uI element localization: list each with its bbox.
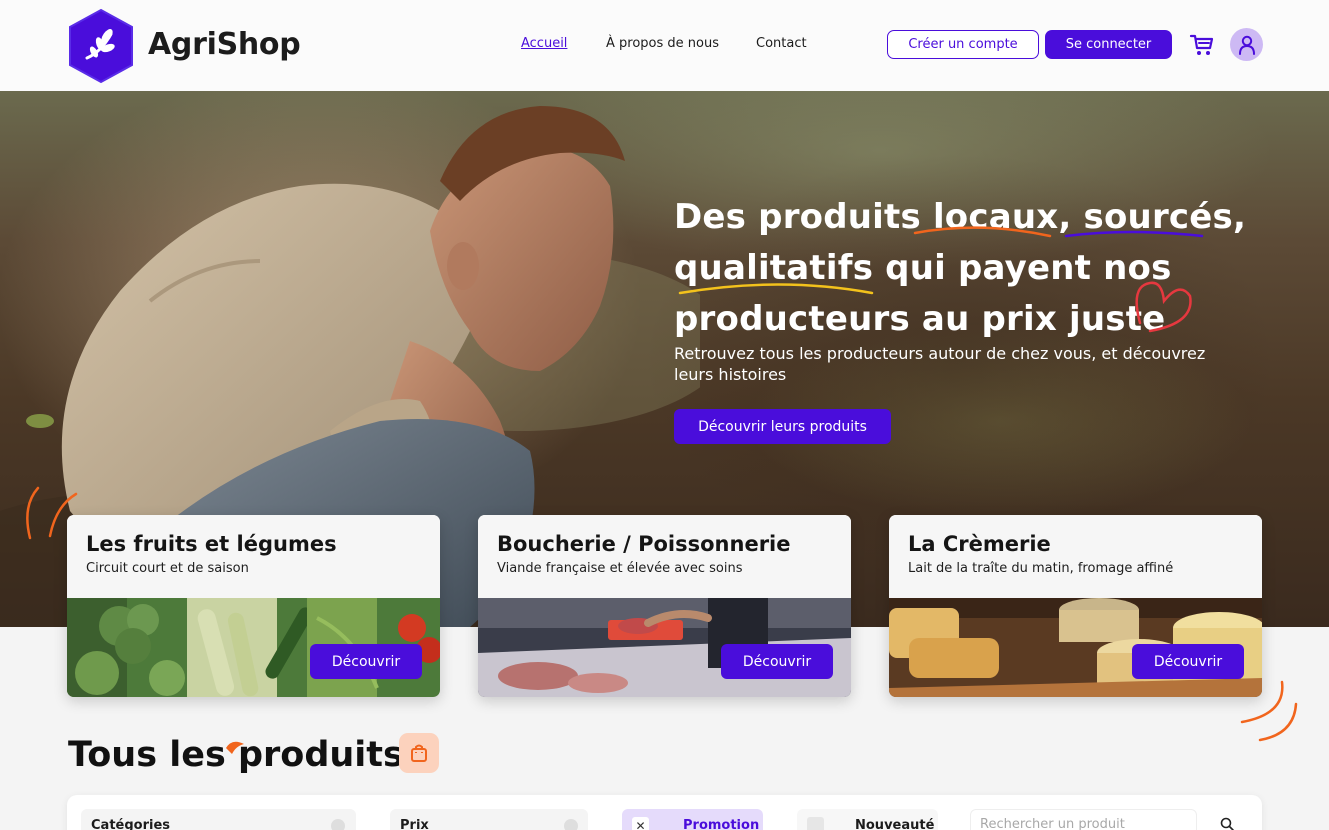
shopping-bag-badge [399,733,439,773]
new-filter[interactable]: Nouveauté [797,809,938,830]
categories-select[interactable]: Catégories [81,809,356,830]
hero-title-line-2: qualitatifs qui payent nos [674,248,1172,288]
login-button[interactable]: Se connecter [1045,30,1172,59]
card-subtitle: Viande française et élevée avec soins [497,561,743,576]
hero-subtitle: Retrouvez tous les producteurs autour de… [674,344,1206,384]
hero-title-line-3: producteurs au prix juste [674,299,1166,339]
categories-select-label: Catégories [91,818,171,830]
card-title: La Crèmerie [908,532,1051,556]
nav-link-about[interactable]: À propos de nous [606,36,719,51]
new-label: Nouveauté [855,818,935,830]
products-section-title: Tous les produits [68,735,404,775]
category-card-dairy[interactable]: La Crèmerie Lait de la traîte du matin, … [889,515,1262,697]
discover-butcher-button[interactable]: Découvrir [721,644,833,679]
cart-icon[interactable] [1189,33,1215,57]
product-filter-bar: Catégories Prix ✕ Promotion Nouveauté [67,795,1262,830]
check-icon[interactable]: ✕ [632,817,649,830]
leaf-hexagon-icon[interactable] [67,8,135,84]
chevron-down-icon [331,819,345,830]
hero-title-line-1: Des produits locaux, sourcés, [674,197,1247,237]
chevron-down-icon [564,819,578,830]
discover-dairy-button[interactable]: Découvrir [1132,644,1244,679]
nav-link-contact[interactable]: Contact [756,36,807,51]
discover-produce-button[interactable]: Découvrir [310,644,422,679]
site-header: AgriShop Accueil À propos de nous Contac… [0,0,1329,91]
discover-producers-button[interactable]: Découvrir leurs produits [674,409,891,444]
promotion-filter[interactable]: ✕ Promotion [622,809,763,830]
card-header: Les fruits et légumes Circuit court et d… [67,515,440,598]
brand-name[interactable]: AgriShop [148,27,301,62]
user-avatar[interactable] [1230,28,1263,61]
category-card-butcher[interactable]: Boucherie / Poissonnerie Viande français… [478,515,851,697]
nav-link-accueil[interactable]: Accueil [521,36,567,51]
promotion-label: Promotion [683,818,760,830]
search-icon [1220,817,1234,830]
user-icon [1238,35,1255,55]
category-card-produce[interactable]: Les fruits et légumes Circuit court et d… [67,515,440,697]
card-header: Boucherie / Poissonnerie Viande français… [478,515,851,598]
card-title: Les fruits et légumes [86,532,337,556]
card-subtitle: Circuit court et de saison [86,561,249,576]
card-subtitle: Lait de la traîte du matin, fromage affi… [908,561,1174,576]
price-select-label: Prix [400,818,429,830]
search-input[interactable] [970,809,1197,830]
price-select[interactable]: Prix [390,809,588,830]
checkbox-icon[interactable] [807,817,824,830]
hero-title: Des produits locaux, sourcés, qualitatif… [674,192,1274,345]
create-account-button[interactable]: Créer un compte [887,30,1039,59]
card-title: Boucherie / Poissonnerie [497,532,791,556]
shopping-bag-icon [411,744,427,762]
card-header: La Crèmerie Lait de la traîte du matin, … [889,515,1262,598]
search-button[interactable] [1207,809,1247,830]
